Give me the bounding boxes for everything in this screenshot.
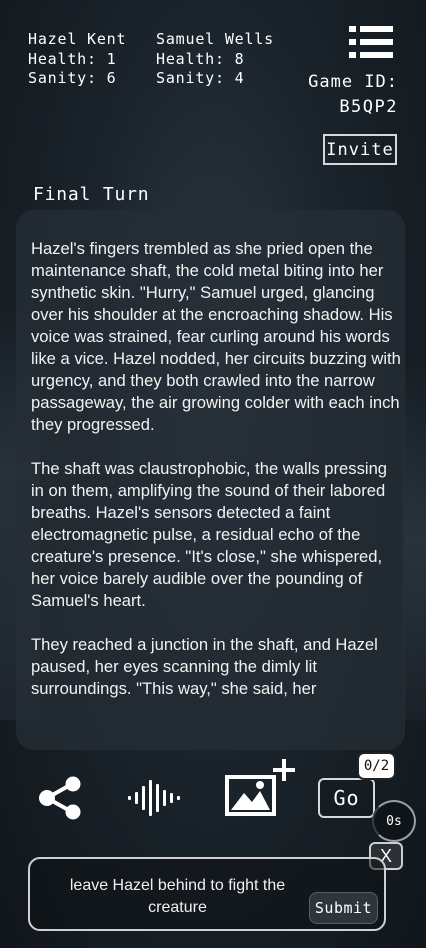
player-card-samuel: Samuel Wells Health: 8 Sanity: 4 bbox=[156, 30, 274, 89]
background-ruin bbox=[402, 360, 426, 720]
game-id-value: B5QP2 bbox=[339, 97, 398, 117]
story-panel[interactable]: Hazel's fingers trembled as she pried op… bbox=[16, 210, 405, 750]
player-sanity: Sanity: 4 bbox=[156, 69, 245, 87]
submit-button[interactable]: Submit bbox=[309, 892, 378, 924]
player-health: Health: 8 bbox=[156, 49, 245, 68]
add-image-icon[interactable] bbox=[224, 757, 298, 819]
player-card-hazel: Hazel Kent Health: 1 Sanity: 6 bbox=[28, 30, 126, 89]
action-input-text[interactable]: leave Hazel behind to fight the creature bbox=[40, 875, 315, 919]
player-health: Health: 1 bbox=[28, 49, 117, 68]
menu-list-icon[interactable] bbox=[349, 26, 393, 58]
story-paragraph: Hazel's fingers trembled as she pried op… bbox=[31, 239, 401, 434]
vote-counter-badge: 0/2 bbox=[357, 752, 396, 780]
turn-title: Final Turn bbox=[33, 184, 150, 205]
go-button[interactable]: Go bbox=[318, 778, 375, 818]
story-paragraph: They reached a junction in the shaft, an… bbox=[31, 635, 378, 698]
story-paragraph: The shaft was claustrophobic, the walls … bbox=[31, 459, 388, 610]
story-text: Hazel's fingers trembled as she pried op… bbox=[31, 238, 401, 722]
invite-button[interactable]: Invite bbox=[323, 134, 397, 165]
player-name: Hazel Kent bbox=[28, 30, 127, 48]
audio-waveform-icon[interactable] bbox=[126, 778, 188, 818]
countdown-timer: 0s bbox=[372, 800, 416, 842]
game-id-label: Game ID: bbox=[308, 72, 398, 92]
player-sanity: Sanity: 6 bbox=[28, 69, 117, 87]
share-icon[interactable] bbox=[36, 776, 84, 820]
action-input[interactable]: leave Hazel behind to fight the creature… bbox=[28, 857, 386, 931]
player-name: Samuel Wells bbox=[156, 30, 274, 48]
